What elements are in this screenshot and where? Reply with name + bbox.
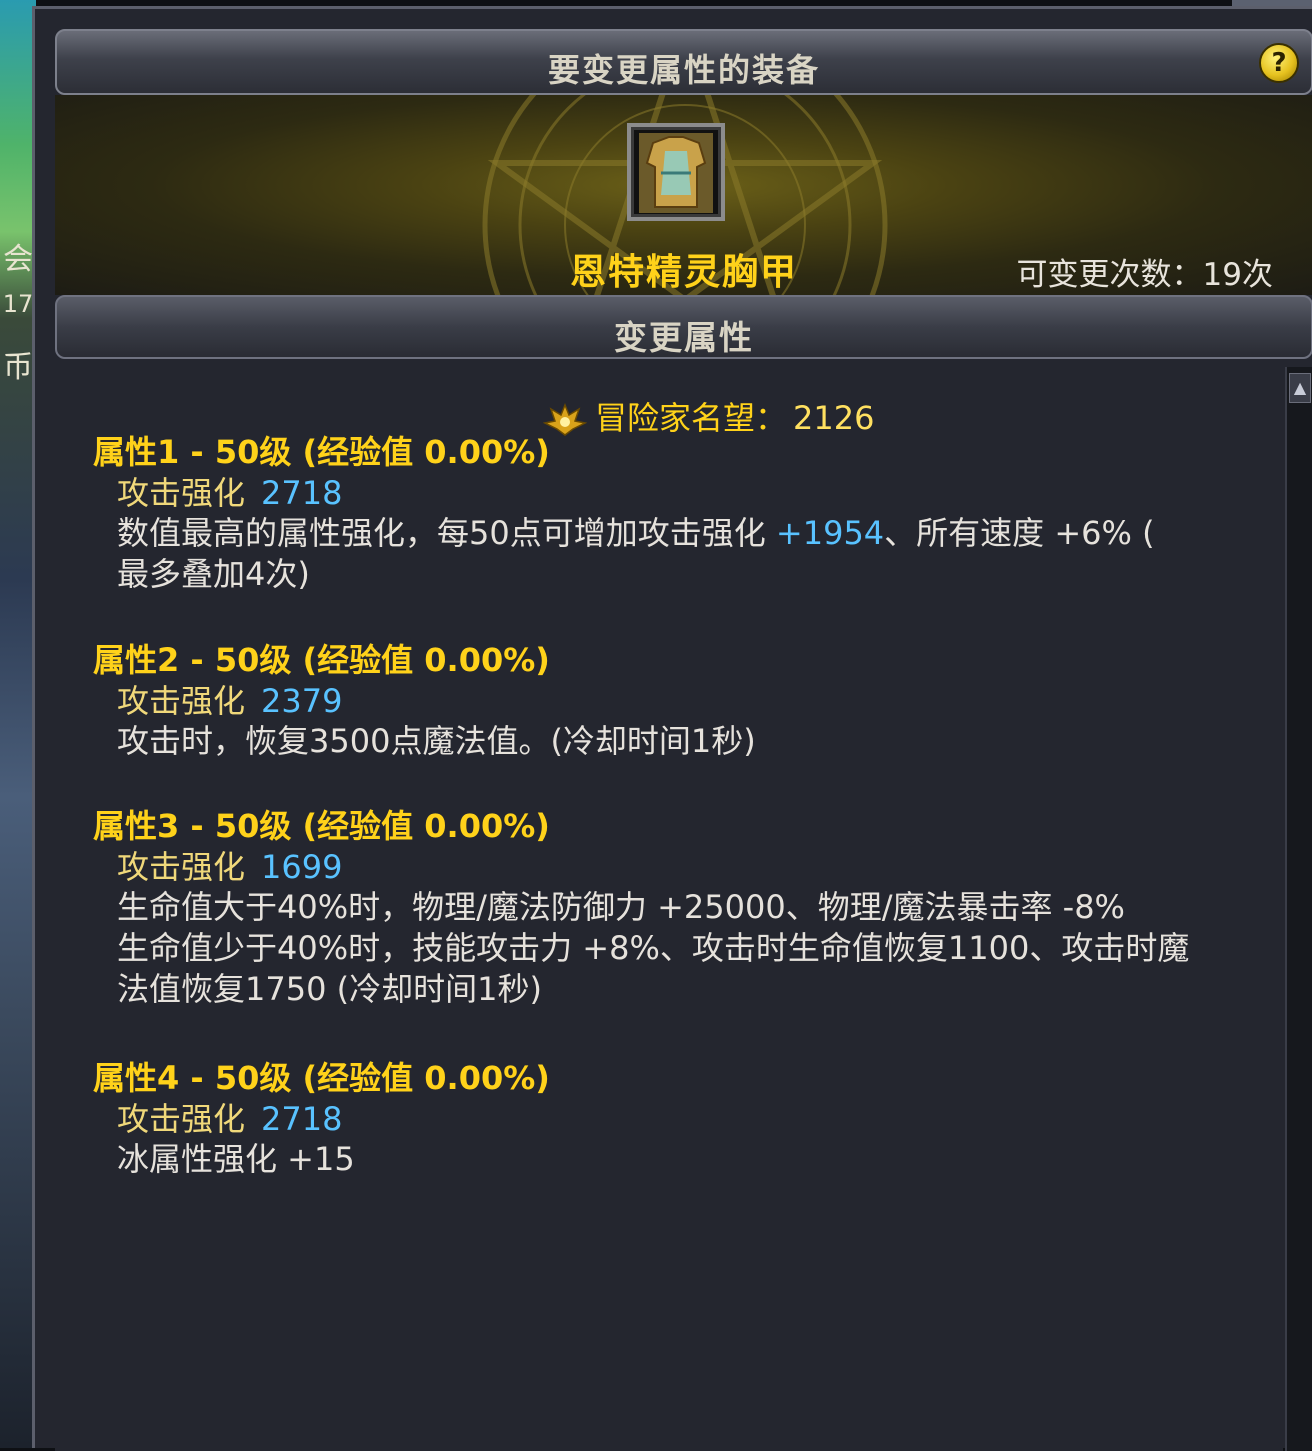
scroll-up-button[interactable]: ▲ [1289, 373, 1311, 403]
chest-armor-icon [639, 133, 713, 213]
change-count-label: 可变更次数： [1016, 257, 1203, 293]
attribute-header: 属性4 - 50级 (经验值 0.00%) [93, 1059, 550, 1097]
change-attribute-window: 要变更属性的装备 ? 恩特精灵胸甲 可变更次数：19次 变更属性 冒险家名望： … [32, 6, 1312, 1451]
attribute-description-line: 生命值少于40%时，技能攻击力 +8%、攻击时生命值恢复1100、攻击时魔 [117, 929, 1190, 967]
help-button[interactable]: ? [1259, 43, 1299, 83]
description-text: 、所有速度 +6% ( [884, 514, 1155, 552]
description-text: 数值最高的属性强化，每50点可增加攻击强化 [117, 514, 776, 552]
attribute-block-1: 属性1 - 50级 (经验值 0.00%) 攻击强化 2718 数值最高的属性强化… [93, 427, 1217, 595]
attack-enhance-line: 攻击强化 2379 [117, 681, 1217, 721]
attack-enhance-line: 攻击强化 1699 [117, 847, 1217, 887]
section-header: 变更属性 [55, 295, 1312, 359]
attribute-header: 属性3 - 50级 (经验值 0.00%) [93, 807, 550, 845]
equipment-slot[interactable] [627, 123, 725, 221]
attack-enhance-value: 2718 [261, 474, 343, 512]
attribute-description: 攻击时，恢复3500点魔法值。(冷却时间1秒) [117, 722, 756, 760]
section-title: 变更属性 [614, 318, 754, 357]
change-count: 可变更次数：19次 [1017, 249, 1273, 294]
attack-enhance-label: 攻击强化 [117, 474, 246, 512]
attack-enhance-value: 2718 [261, 1100, 343, 1138]
attribute-description: 数值最高的属性强化，每50点可增加攻击强化 +1954、所有速度 +6% ( 最多… [117, 513, 1217, 595]
attribute-description: 冰属性强化 +15 [117, 1140, 355, 1178]
attribute-header: 属性1 - 50级 (经验值 0.00%) [93, 433, 550, 471]
attack-enhance-line: 攻击强化 2718 [117, 1099, 1217, 1139]
attribute-header: 属性2 - 50级 (经验值 0.00%) [93, 641, 550, 679]
description-value: +1954 [775, 514, 885, 552]
attribute-description-line: 生命值大于40%时，物理/魔法防御力 +25000、物理/魔法暴击率 -8% [117, 888, 1125, 926]
attack-enhance-value: 1699 [261, 848, 343, 886]
equipment-display: 恩特精灵胸甲 可变更次数：19次 [55, 95, 1312, 295]
attack-enhance-label: 攻击强化 [117, 848, 246, 886]
change-count-value: 19次 [1202, 257, 1273, 293]
window-header: 要变更属性的装备 ? [55, 29, 1312, 95]
game-background [0, 0, 36, 1448]
attribute-block-4: 属性4 - 50级 (经验值 0.00%) 攻击强化 2718 冰属性强化 +15 [93, 1053, 1217, 1180]
attack-enhance-label: 攻击强化 [117, 682, 246, 720]
attribute-list: 冒险家名望： 2126 属性1 - 50级 (经验值 0.00%) 攻击强化 271… [55, 365, 1283, 1451]
window-title: 要变更属性的装备 [547, 51, 820, 89]
background-text: 币 [3, 350, 33, 385]
attribute-block-2: 属性2 - 50级 (经验值 0.00%) 攻击强化 2379 攻击时，恢复350… [93, 635, 1217, 762]
attack-enhance-line: 攻击强化 2718 [117, 473, 1217, 513]
attack-enhance-value: 2379 [261, 682, 343, 720]
attack-enhance-label: 攻击强化 [117, 1100, 246, 1138]
background-text: 17 [2, 290, 34, 318]
attribute-block-3: 属性3 - 50级 (经验值 0.00%) 攻击强化 1699 生命值大于40%时… [93, 801, 1217, 1010]
description-text: 最多叠加4次) [117, 555, 310, 593]
scrollbar[interactable]: ▲ [1285, 367, 1312, 1451]
background-text: 会 [3, 242, 33, 277]
attribute-description-line: 法值恢复1750 (冷却时间1秒) [117, 970, 542, 1008]
